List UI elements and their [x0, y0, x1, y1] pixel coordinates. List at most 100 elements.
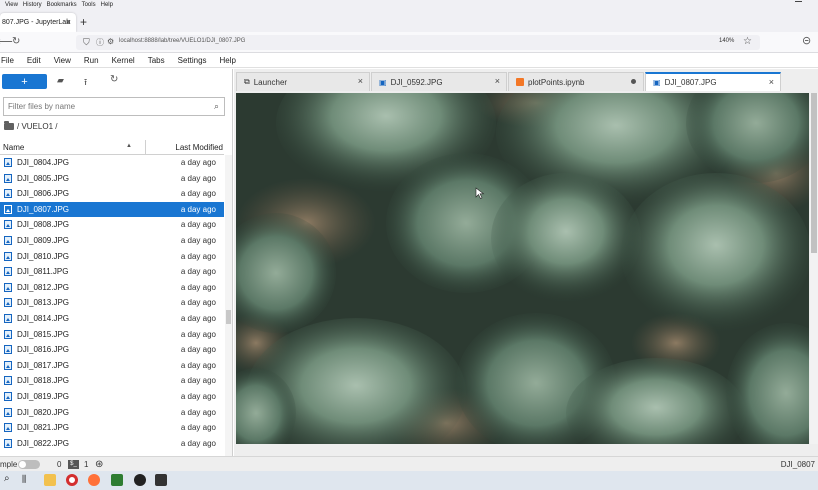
file-row[interactable]: DJI_0820.JPG a day ago [0, 405, 224, 421]
file-name: DJI_0815.JPG [17, 329, 70, 339]
current-document-label: DJI_0807 [780, 460, 815, 469]
close-icon[interactable]: × [66, 17, 71, 27]
tab-plotpoints-notebook[interactable]: plotPoints.ipynb [508, 72, 644, 91]
file-modified: a day ago [180, 329, 216, 339]
page-info-icon[interactable]: ⓘ [96, 37, 104, 48]
file-name: DJI_0821.JPG [17, 423, 70, 433]
simple-mode-toggle[interactable] [18, 460, 40, 469]
file-explorer-icon[interactable] [44, 474, 56, 486]
browser-menu-tools[interactable]: Tools [82, 2, 96, 8]
close-icon[interactable]: × [769, 77, 774, 87]
task-view-icon[interactable]: ⫼ [22, 474, 34, 486]
unsaved-dot-icon[interactable] [631, 79, 636, 84]
browser-tab[interactable]: 807.JPG - JupyterLab × [0, 13, 76, 32]
file-row[interactable]: DJI_0815.JPG a day ago [0, 327, 224, 343]
menu-run[interactable]: Run [84, 56, 99, 65]
file-row[interactable]: DJI_0810.JPG a day ago [0, 249, 224, 265]
file-row[interactable]: DJI_0817.JPG a day ago [0, 358, 224, 374]
file-row[interactable]: DJI_0809.JPG a day ago [0, 233, 224, 249]
kernel-count[interactable]: 1 [84, 460, 88, 469]
jupyter-menubar: File Edit View Run Kernel Tabs Settings … [0, 53, 818, 68]
browser-menu-bookmarks[interactable]: Bookmarks [47, 2, 77, 8]
launcher-icon: ⧉ [244, 77, 250, 86]
file-row[interactable]: DJI_0807.JPG a day ago [0, 201, 224, 218]
menu-settings[interactable]: Settings [178, 56, 207, 65]
recorder-icon[interactable] [134, 474, 146, 486]
url-text[interactable]: localhost:8888/lab/tree/VUELO1/DJI_0807.… [119, 38, 245, 44]
menu-view[interactable]: View [54, 56, 71, 65]
close-icon[interactable]: × [358, 76, 363, 86]
file-name: DJI_0816.JPG [17, 345, 70, 355]
windows-taskbar: ⌕ ⫼ [0, 471, 818, 490]
permissions-icon[interactable]: ⚙ [107, 37, 114, 46]
file-list-scrollbar[interactable] [225, 155, 232, 456]
menu-kernel[interactable]: Kernel [112, 56, 135, 65]
browser-menu-help[interactable]: Help [101, 2, 113, 8]
minimize-icon[interactable] [795, 1, 802, 2]
file-row[interactable]: DJI_0822.JPG a day ago [0, 436, 224, 452]
terminal-count[interactable]: 0 [57, 460, 61, 469]
upload-icon[interactable]: ⭱ [84, 75, 87, 91]
url-bar[interactable]: ⛉ ⓘ ⚙ localhost:8888/lab/tree/VUELO1/DJI… [76, 35, 760, 50]
file-row[interactable]: DJI_0813.JPG a day ago [0, 295, 224, 311]
reload-icon[interactable]: ↻ [12, 36, 20, 47]
file-row[interactable]: DJI_0816.JPG a day ago [0, 342, 224, 358]
column-divider[interactable] [145, 140, 146, 155]
file-row[interactable]: DJI_0811.JPG a day ago [0, 264, 224, 280]
search-icon[interactable]: ⌕ [4, 473, 16, 485]
kernel-icon[interactable]: ⊛ [95, 459, 103, 470]
browser-menu-view[interactable]: View [5, 2, 18, 8]
file-name: DJI_0817.JPG [17, 360, 70, 370]
new-launcher-button[interactable]: + [2, 74, 47, 89]
file-row[interactable]: DJI_0804.JPG a day ago [0, 155, 224, 171]
scrollbar-thumb[interactable] [226, 310, 231, 324]
spreadsheet-icon[interactable] [111, 474, 123, 486]
file-row[interactable]: DJI_0821.JPG a day ago [0, 420, 224, 436]
file-modified: a day ago [180, 407, 216, 417]
firefox-icon[interactable] [88, 474, 100, 486]
close-icon[interactable]: × [495, 76, 500, 86]
folder-icon[interactable] [4, 121, 14, 130]
tab-dji-0807[interactable]: ▣ DJI_0807.JPG × [645, 72, 781, 91]
back-icon[interactable]: ⟵ [0, 35, 13, 48]
file-row[interactable]: DJI_0812.JPG a day ago [0, 280, 224, 296]
breadcrumb: / VUELO1 / [4, 121, 57, 131]
file-row[interactable]: DJI_0814.JPG a day ago [0, 311, 224, 327]
scrollbar-thumb[interactable] [811, 93, 817, 253]
tab-dji-0592[interactable]: ▣ DJI_0592.JPG × [371, 72, 507, 91]
menu-file[interactable]: File [1, 56, 14, 65]
breadcrumb-path[interactable]: / VUELO1 / [17, 122, 57, 131]
bookmark-star-icon[interactable]: ☆ [743, 36, 752, 47]
new-folder-icon[interactable]: ▰ [57, 75, 64, 86]
menu-help[interactable]: Help [220, 56, 236, 65]
filter-input[interactable] [4, 98, 194, 115]
menu-tabs[interactable]: Tabs [148, 56, 165, 65]
zoom-level[interactable]: 140% [719, 38, 734, 44]
browser-menu-history[interactable]: History [23, 2, 42, 8]
file-list: DJI_0804.JPG a day ago DJI_0805.JPG a day a… [0, 155, 224, 451]
new-tab-icon[interactable]: + [80, 15, 87, 29]
extensions-icon[interactable]: ⊝ [802, 34, 811, 47]
terminal-app-icon[interactable] [155, 474, 167, 486]
image-viewer[interactable] [236, 93, 809, 444]
refresh-icon[interactable]: ↻ [110, 74, 118, 85]
column-modified-header[interactable]: Last Modified [175, 143, 223, 152]
tab-launcher[interactable]: ⧉ Launcher × [236, 72, 370, 91]
terminal-icon[interactable]: $_ [68, 460, 79, 469]
column-name-header[interactable]: Name [3, 143, 24, 152]
file-name: DJI_0804.JPG [17, 158, 70, 167]
file-row[interactable]: DJI_0806.JPG a day ago [0, 186, 224, 202]
image-file-icon [4, 173, 12, 183]
file-modified: a day ago [180, 391, 216, 401]
file-name: DJI_0818.JPG [17, 376, 70, 386]
menu-edit[interactable]: Edit [27, 56, 41, 65]
file-modified: a day ago [180, 313, 216, 323]
shield-icon[interactable]: ⛉ [83, 37, 90, 48]
file-row[interactable]: DJI_0805.JPG a day ago [0, 171, 224, 187]
file-row[interactable]: DJI_0818.JPG a day ago [0, 373, 224, 389]
image-file-icon [4, 391, 12, 401]
file-row[interactable]: DJI_0819.JPG a day ago [0, 389, 224, 405]
opera-icon[interactable] [66, 474, 78, 486]
file-row[interactable]: DJI_0808.JPG a day ago [0, 217, 224, 233]
image-scrollbar[interactable] [810, 93, 818, 444]
